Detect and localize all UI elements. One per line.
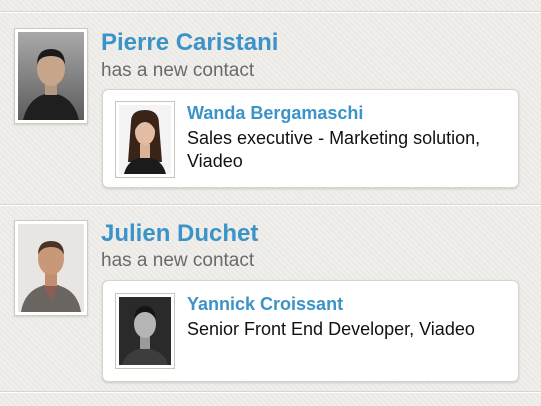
feed-separator xyxy=(0,391,541,392)
contact-title: Senior Front End Developer, Viadeo xyxy=(187,319,475,339)
actor-name-link[interactable]: Julien Duchet xyxy=(101,222,258,246)
action-text: has a new contact xyxy=(101,250,255,271)
action-text: has a new contact xyxy=(101,60,255,81)
actor-name-link[interactable]: Pierre Caristani xyxy=(101,31,278,55)
activity-feed: Pierre Caristani has a new contact Wanda… xyxy=(0,0,541,406)
contact-name-link[interactable]: Wanda Bergamaschi xyxy=(187,104,363,122)
contact-title: Sales executive - Marketing solution, Vi… xyxy=(187,128,481,171)
person-photo-icon xyxy=(119,297,171,365)
actor-avatar[interactable] xyxy=(14,220,88,316)
contact-avatar[interactable] xyxy=(115,101,175,178)
contact-name-link[interactable]: Yannick Croissant xyxy=(187,295,343,313)
contact-avatar[interactable] xyxy=(115,293,175,369)
person-photo-icon xyxy=(18,32,84,120)
actor-avatar[interactable] xyxy=(14,28,88,124)
feed-item: Julien Duchet has a new contact Yannick … xyxy=(0,205,541,406)
contact-card[interactable]: Yannick Croissant Senior Front End Devel… xyxy=(102,280,519,382)
person-photo-icon xyxy=(18,224,84,312)
person-photo-icon xyxy=(119,105,171,174)
feed-item: Pierre Caristani has a new contact Wanda… xyxy=(0,0,541,205)
contact-card[interactable]: Wanda Bergamaschi Sales executive - Mark… xyxy=(102,89,519,188)
